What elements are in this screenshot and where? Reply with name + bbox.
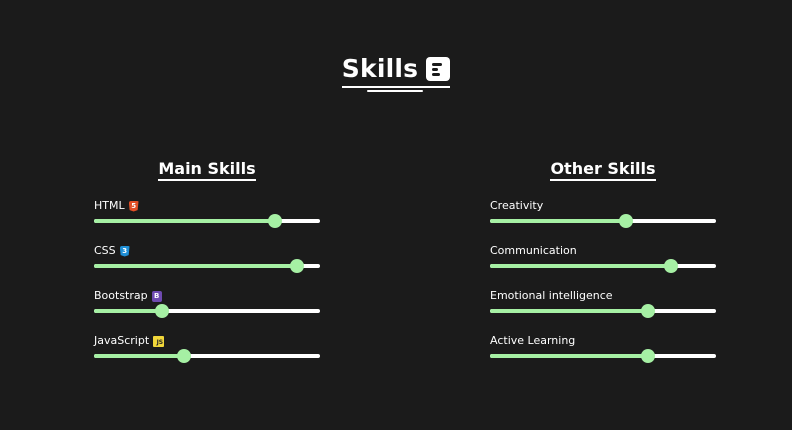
- skill-slider[interactable]: [490, 304, 716, 318]
- slider-thumb[interactable]: [618, 214, 633, 228]
- skill-html: HTML 5: [94, 199, 320, 244]
- main-skills-section: Main Skills HTML 5 CSS 3 Bootstrap B Jav…: [94, 158, 320, 379]
- slider-fill: [94, 264, 298, 268]
- skill-slider[interactable]: [94, 214, 320, 228]
- skill-slider[interactable]: [94, 259, 320, 273]
- slider-fill: [94, 219, 275, 223]
- slider-thumb[interactable]: [290, 259, 305, 273]
- page-title-text: Skills: [341, 54, 419, 83]
- skill-slider[interactable]: [94, 349, 320, 363]
- skill-label: Emotional intelligence: [490, 289, 613, 302]
- skill-label: Active Learning: [490, 334, 576, 347]
- html5-icon: 5: [128, 200, 139, 212]
- skills-header: Skills: [0, 54, 792, 88]
- skill-creativity: Creativity: [490, 199, 716, 244]
- slider-thumb[interactable]: [663, 259, 678, 273]
- main-skills-heading: Main Skills: [94, 158, 320, 181]
- css3-icon: 3: [119, 245, 130, 257]
- skill-label: JavaScript: [94, 334, 150, 347]
- skill-label: CSS: [94, 244, 116, 257]
- skill-slider[interactable]: [94, 304, 320, 318]
- skill-label: Communication: [490, 244, 577, 257]
- skill-emotional-intelligence: Emotional intelligence: [490, 289, 716, 334]
- skill-bootstrap: Bootstrap B: [94, 289, 320, 334]
- other-skills-section: Other Skills Creativity Communication Em…: [490, 158, 716, 379]
- skill-slider[interactable]: [490, 214, 716, 228]
- other-skills-heading: Other Skills: [490, 158, 716, 181]
- skill-communication: Communication: [490, 244, 716, 289]
- title-underline-divider: [367, 90, 423, 92]
- slider-thumb[interactable]: [177, 349, 192, 363]
- slider-thumb[interactable]: [267, 214, 282, 228]
- javascript-icon: JS: [153, 335, 165, 347]
- skill-slider[interactable]: [490, 259, 716, 273]
- skill-label: Bootstrap: [94, 289, 148, 302]
- skill-active-learning: Active Learning: [490, 334, 716, 379]
- slider-fill: [94, 309, 162, 313]
- skill-label: HTML: [94, 199, 125, 212]
- slider-fill: [490, 354, 649, 358]
- slider-fill: [94, 354, 185, 358]
- text-lines-icon: [426, 57, 451, 81]
- skill-css: CSS 3: [94, 244, 320, 289]
- slider-fill: [490, 264, 671, 268]
- skill-javascript: JavaScript JS: [94, 334, 320, 379]
- skill-label: Creativity: [490, 199, 544, 212]
- page-title: Skills: [341, 54, 451, 88]
- bootstrap-icon: B: [151, 290, 162, 302]
- slider-thumb[interactable]: [641, 349, 656, 363]
- slider-fill: [490, 309, 649, 313]
- skill-slider[interactable]: [490, 349, 716, 363]
- slider-fill: [490, 219, 626, 223]
- slider-thumb[interactable]: [641, 304, 656, 318]
- slider-thumb[interactable]: [154, 304, 169, 318]
